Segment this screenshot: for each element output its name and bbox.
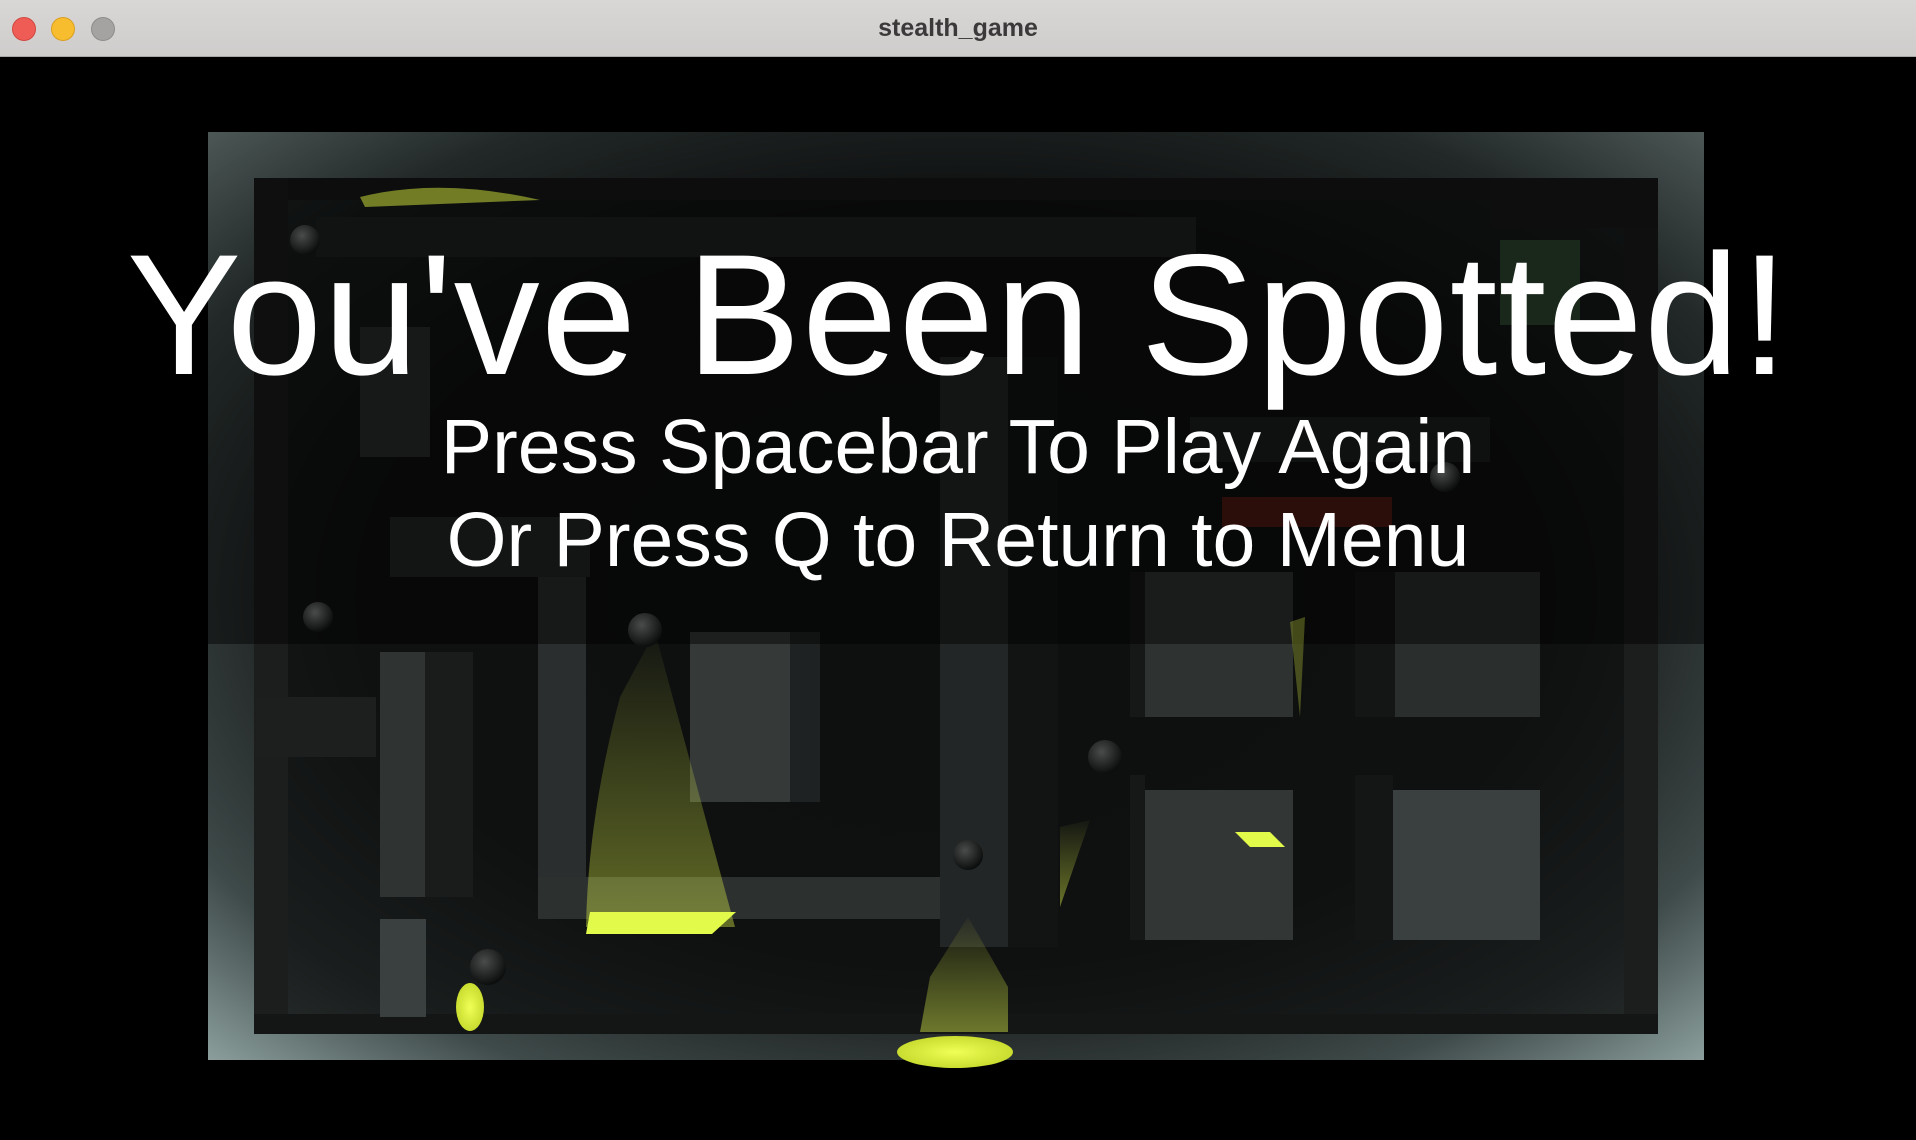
wall — [690, 632, 790, 802]
wall — [256, 697, 376, 757]
window-titlebar: stealth_game — [0, 0, 1916, 57]
play-again-instruction: Press Spacebar To Play Again — [440, 404, 1476, 490]
spotlight-pool — [456, 983, 484, 1031]
game-over-headline: You've Been Spotted! — [126, 219, 1790, 411]
guard-icon — [628, 613, 662, 647]
guard-icon — [303, 602, 333, 632]
wall — [1145, 790, 1293, 940]
guard-icon — [953, 840, 983, 870]
wall — [380, 919, 426, 1017]
wall — [790, 632, 820, 802]
wall — [425, 652, 473, 897]
spotlight-pool — [897, 1036, 1013, 1068]
wall — [1393, 790, 1540, 940]
wall — [1130, 775, 1145, 940]
guard-icon — [470, 949, 506, 985]
game-viewport[interactable]: You've Been Spotted! Press Spacebar To P… — [0, 57, 1916, 1140]
return-menu-instruction: Or Press Q to Return to Menu — [446, 497, 1470, 583]
wall — [1355, 775, 1393, 940]
guard-icon — [1088, 740, 1122, 774]
spotlight-pool — [586, 912, 736, 934]
wall — [380, 652, 425, 897]
window-title: stealth_game — [878, 14, 1038, 42]
